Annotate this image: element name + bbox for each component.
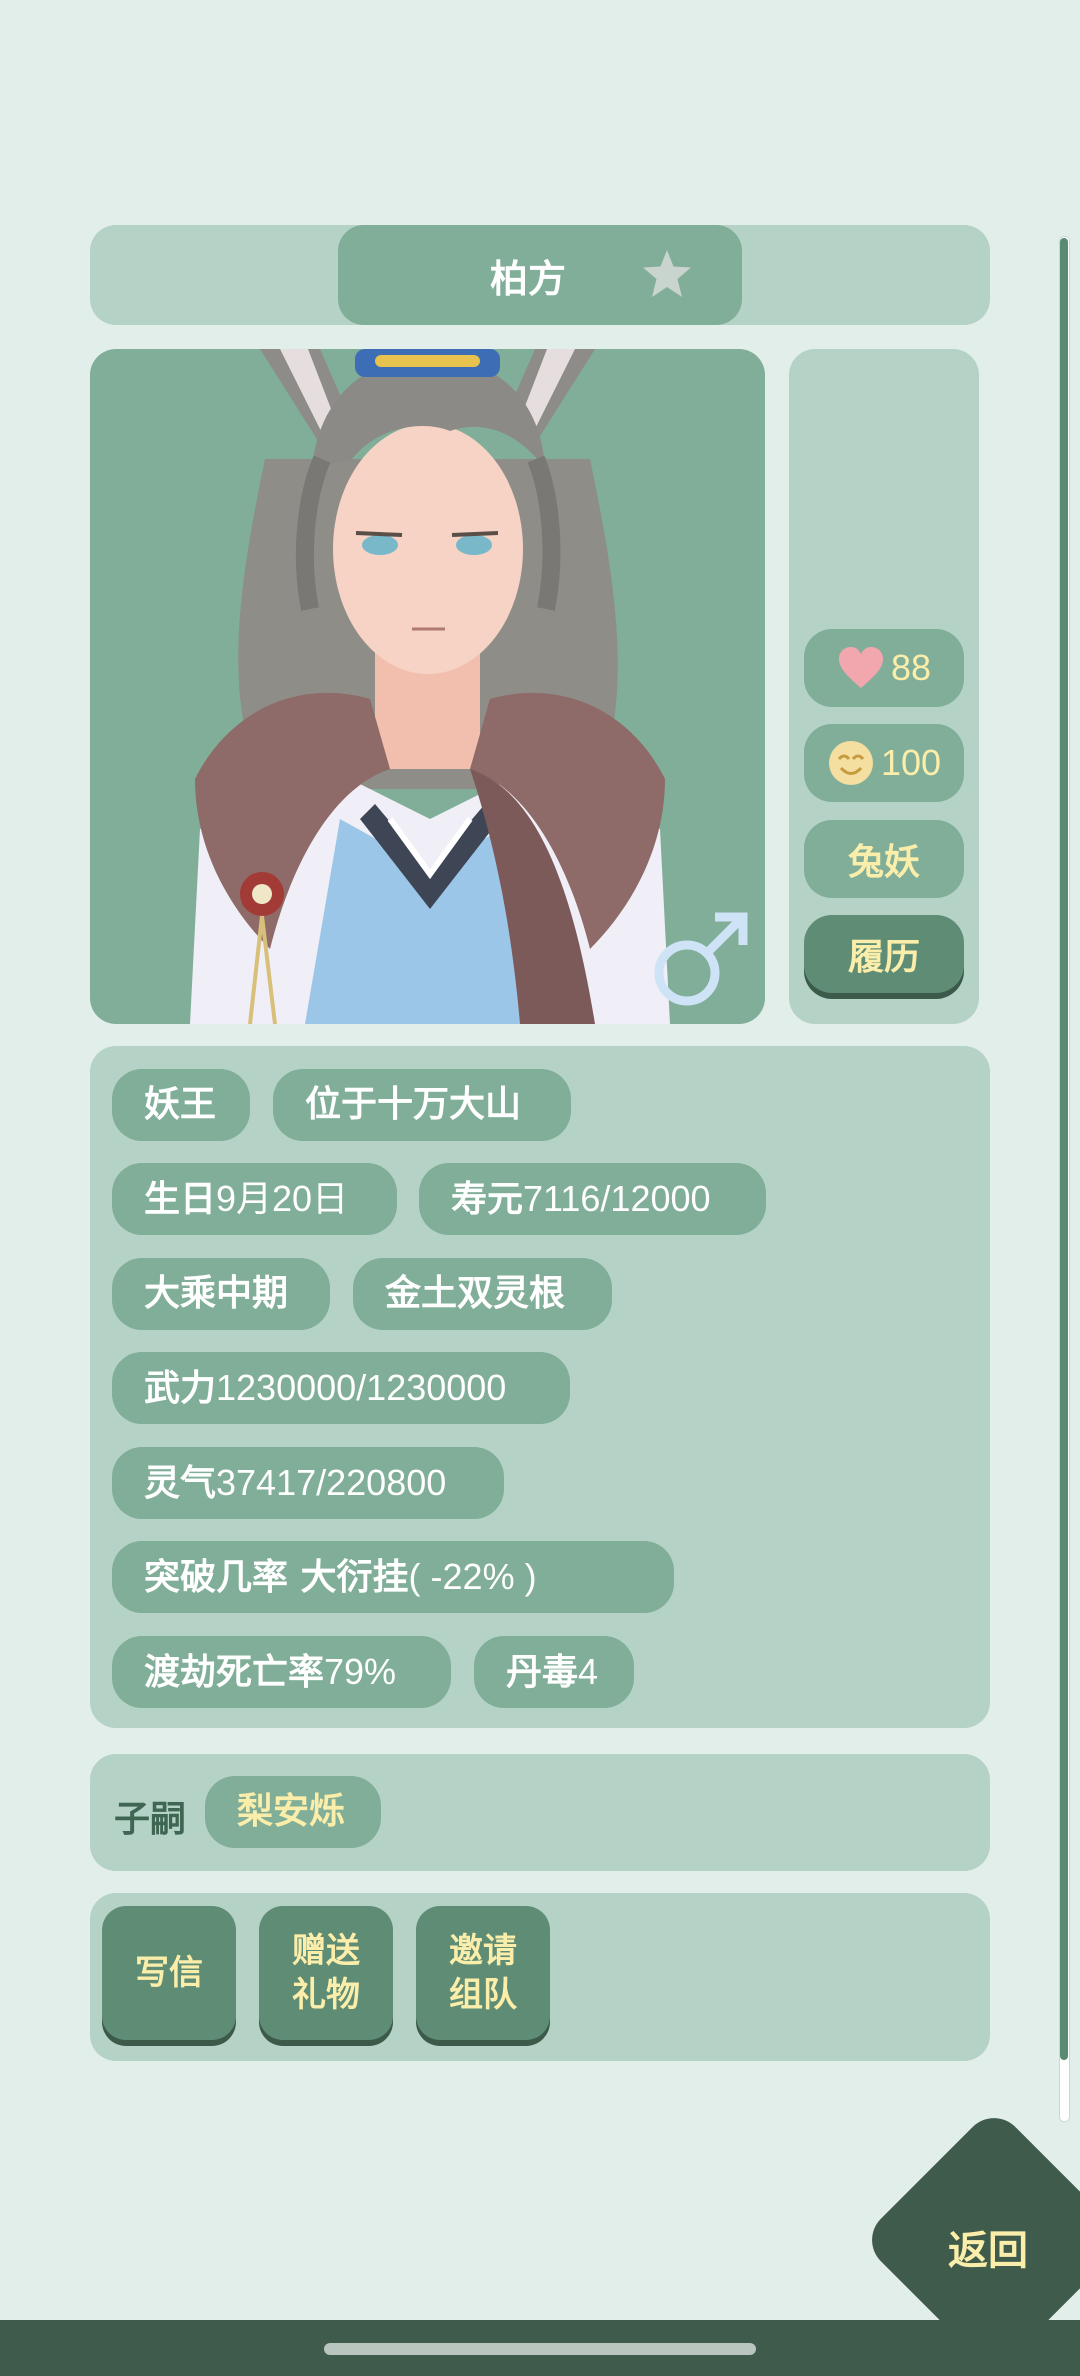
back-button[interactable]: 返回: [948, 2218, 1028, 2276]
star-icon[interactable]: [641, 248, 693, 300]
scrollbar-thumb[interactable]: [1060, 238, 1068, 2060]
send-gift-button[interactable]: 赠送 礼物: [259, 1906, 393, 2040]
heir-name-chip[interactable]: 梨安烁: [205, 1776, 381, 1848]
write-letter-button[interactable]: 写信: [102, 1906, 236, 2040]
breakthrough-tag: 突破几率 大衍挂( -22% ): [112, 1541, 674, 1613]
affection-value: 88: [890, 647, 932, 688]
birthday-tag: 生日9月20日: [112, 1163, 397, 1235]
realm-tag: 大乘中期: [112, 1258, 330, 1330]
pill-poison-tag: 丹毒4: [474, 1636, 634, 1708]
title-tag: 妖王: [112, 1069, 250, 1141]
character-name: 柏方: [490, 257, 567, 301]
male-symbol-icon: [645, 905, 755, 1015]
affection-badge: 88: [804, 629, 964, 707]
qi-tag: 灵气37417/220800: [112, 1447, 504, 1519]
heart-icon: [838, 647, 883, 688]
invite-team-button[interactable]: 邀请 组队: [416, 1906, 550, 2040]
mood-value: 100: [880, 742, 942, 783]
lifespan-tag: 寿元7116/12000: [419, 1163, 766, 1235]
heir-label: 子嗣: [114, 1799, 187, 1840]
race-badge: 兔妖: [804, 820, 964, 898]
spirit-root-tag: 金土双灵根: [353, 1258, 612, 1330]
location-tag: 位于十万大山: [273, 1069, 571, 1141]
smiley-icon: [828, 741, 873, 785]
home-indicator[interactable]: [324, 2343, 756, 2355]
force-tag: 武力1230000/1230000: [112, 1352, 570, 1424]
tribulation-tag: 渡劫死亡率79%: [112, 1636, 451, 1708]
resume-button[interactable]: 履历: [804, 915, 964, 993]
mood-badge: 100: [804, 724, 964, 802]
